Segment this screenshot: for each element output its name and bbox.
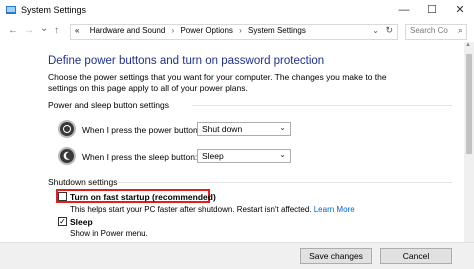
address-dropdown-icon[interactable]: ⌄ <box>372 26 379 35</box>
power-icon <box>58 120 76 138</box>
sleep-button-label: When I press the sleep button: <box>82 152 198 162</box>
page-description: Choose the power settings that you want … <box>48 72 387 93</box>
title-bar: System Settings — ☐ ✕ <box>0 0 474 22</box>
minimize-button[interactable]: — <box>390 0 418 20</box>
recent-locations-chevron-icon[interactable]: ⌄ <box>40 23 48 34</box>
cancel-button[interactable]: Cancel <box>380 248 452 264</box>
sleep-button-select[interactable]: Sleep ⌄ <box>197 149 291 163</box>
fast-startup-label[interactable]: Turn on fast startup (recommended) <box>70 192 216 202</box>
up-arrow-icon[interactable]: ↑ <box>54 25 59 36</box>
search-icon[interactable]: ⌕ <box>458 25 463 36</box>
scroll-up-icon[interactable]: ▲ <box>465 42 471 48</box>
back-arrow-icon[interactable]: ← <box>8 25 18 36</box>
address-bar[interactable]: « Hardware and Sound › Power Options › S… <box>70 24 398 40</box>
vertical-scrollbar[interactable]: ▲ <box>464 42 474 242</box>
section-divider <box>116 182 452 183</box>
breadcrumb-separator-icon[interactable]: › <box>172 26 175 35</box>
sleep-label[interactable]: Sleep <box>70 217 93 227</box>
forward-arrow-icon[interactable]: → <box>24 25 34 36</box>
breadcrumb-system-settings[interactable]: System Settings <box>248 26 306 35</box>
breadcrumb-hardware-and-sound[interactable]: Hardware and Sound <box>90 26 166 35</box>
section-divider <box>192 105 452 106</box>
scrollbar-thumb[interactable] <box>466 54 472 154</box>
search-placeholder: Search Co <box>410 26 448 35</box>
shutdown-section-title: Shutdown settings <box>48 177 118 187</box>
sleep-checkbox[interactable]: ✓ <box>58 217 67 226</box>
breadcrumb-power-options[interactable]: Power Options <box>180 26 232 35</box>
learn-more-link[interactable]: Learn More <box>314 205 355 214</box>
fast-startup-description: This helps start your PC faster after sh… <box>70 205 355 214</box>
power-section-title: Power and sleep button settings <box>48 100 169 110</box>
footer-bar: Save changes Cancel <box>0 242 474 269</box>
fast-startup-desc-text: This helps start your PC faster after sh… <box>70 205 312 214</box>
breadcrumb-overflow-icon[interactable]: « <box>75 26 79 35</box>
sleep-description: Show in Power menu. <box>70 229 148 238</box>
power-button-select[interactable]: Shut down ⌄ <box>197 122 291 136</box>
control-panel-icon <box>6 6 16 14</box>
power-button-label: When I press the power button: <box>82 125 201 135</box>
breadcrumb-separator-icon[interactable]: › <box>239 26 242 35</box>
sleep-button-value: Sleep <box>202 151 224 161</box>
chevron-down-icon: ⌄ <box>279 150 286 159</box>
close-button[interactable]: ✕ <box>446 0 474 20</box>
maximize-button[interactable]: ☐ <box>418 0 446 20</box>
breadcrumb: « Hardware and Sound › Power Options › S… <box>75 26 306 35</box>
chevron-down-icon: ⌄ <box>279 123 286 132</box>
refresh-icon[interactable]: ↻ <box>385 25 393 36</box>
power-button-value: Shut down <box>202 124 243 134</box>
sleep-moon-icon <box>58 147 76 165</box>
page-title: Define power buttons and turn on passwor… <box>48 55 325 67</box>
save-changes-button[interactable]: Save changes <box>300 248 372 264</box>
fast-startup-checkbox[interactable] <box>58 192 67 201</box>
window-title: System Settings <box>21 5 87 15</box>
search-box[interactable]: Search Co ⌕ <box>405 24 467 40</box>
